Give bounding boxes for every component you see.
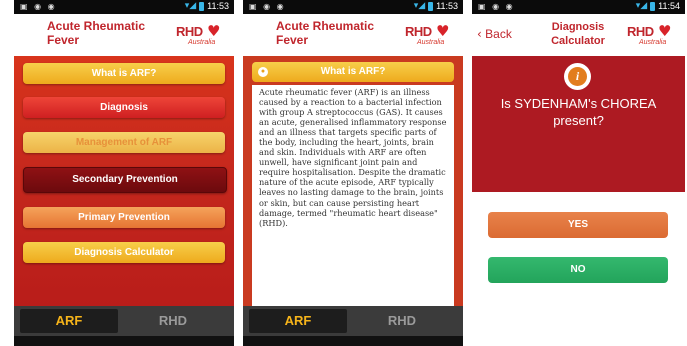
- question-area: i Is SYDENHAM's CHOREA present? YES NO: [472, 56, 685, 346]
- tab-rhd[interactable]: RHD: [124, 309, 222, 333]
- rhd-australia-logo: RHD ♥ Australia: [176, 22, 221, 46]
- chevron-left-icon: ‹: [477, 27, 482, 41]
- signal-wifi-icon: ▾◢: [413, 1, 426, 11]
- app-header: Acute Rheumatic Fever RHD ♥ Australia: [243, 14, 463, 56]
- page-title: Diagnosis Calculator: [551, 21, 605, 47]
- notification-icons: ▣ ◉ ◉: [478, 2, 515, 11]
- menu-management-button[interactable]: Management of ARF: [23, 132, 225, 153]
- yes-button[interactable]: YES: [488, 212, 668, 238]
- rhd-australia-logo: RHD ♥ Australia: [627, 22, 672, 46]
- signal-wifi-icon: ▾◢: [184, 1, 197, 11]
- status-bar: ▣ ◉ ◉ ▾◢ 11:54: [472, 0, 685, 14]
- tab-arf[interactable]: ARF: [249, 309, 347, 333]
- info-icon: i: [564, 63, 591, 90]
- notification-icons: ▣ ◉ ◉: [249, 2, 286, 11]
- screen-what-is-arf: ▣ ◉ ◉ ▾◢ 11:53 Acute Rheumatic Fever RHD…: [243, 0, 463, 346]
- screen-arf-menu: ▣ ◉ ◉ ▾◢ 11:53 Acute Rheumatic Fever RHD…: [14, 0, 234, 346]
- bottom-tab-bar: ARF RHD: [14, 306, 234, 336]
- article-text: Acute rheumatic fever (ARF) is an illnes…: [259, 87, 447, 228]
- section-title: What is ARF?: [320, 66, 386, 77]
- menu-secondary-prevention-button[interactable]: Secondary Prevention: [23, 167, 227, 193]
- question-text: Is SYDENHAM's CHOREA present?: [500, 96, 657, 128]
- system-nav-bar: [243, 336, 463, 346]
- battery-icon: [199, 1, 205, 11]
- section-header-what-is-arf[interactable]: ● What is ARF?: [252, 62, 454, 82]
- menu-primary-prevention-button[interactable]: Primary Prevention: [23, 207, 225, 228]
- tab-arf[interactable]: ARF: [20, 309, 118, 333]
- heart-icon: ♥: [658, 22, 672, 40]
- rhd-australia-logo: RHD ♥ Australia: [405, 22, 450, 46]
- heart-icon: ♥: [207, 22, 221, 40]
- battery-icon: [650, 1, 656, 11]
- back-label: Back: [485, 27, 512, 41]
- menu-diagnosis-calculator-button[interactable]: Diagnosis Calculator: [23, 242, 225, 263]
- menu-what-is-arf-button[interactable]: What is ARF?: [23, 63, 225, 84]
- status-time: 11:53: [436, 1, 458, 11]
- status-time: 11:54: [658, 1, 680, 11]
- answer-panel: YES NO: [472, 192, 685, 346]
- tab-rhd[interactable]: RHD: [353, 309, 451, 333]
- status-bar: ▣ ◉ ◉ ▾◢ 11:53: [243, 0, 463, 14]
- status-time: 11:53: [207, 1, 229, 11]
- app-header: ‹ Back Diagnosis Calculator RHD ♥ Austra…: [472, 14, 685, 56]
- status-bar: ▣ ◉ ◉ ▾◢ 11:53: [14, 0, 234, 14]
- notification-icons: ▣ ◉ ◉: [20, 2, 57, 11]
- article-panel[interactable]: Acute rheumatic fever (ARF) is an illnes…: [252, 85, 454, 306]
- signal-wifi-icon: ▾◢: [635, 1, 648, 11]
- battery-icon: [428, 1, 434, 11]
- menu-area: What is ARF? Diagnosis Management of ARF…: [14, 56, 234, 306]
- content-area: ● What is ARF? Acute rheumatic fever (AR…: [243, 56, 463, 306]
- screen-diagnosis-calculator: ▣ ◉ ◉ ▾◢ 11:54 ‹ Back Diagnosis Calculat…: [472, 0, 685, 346]
- heart-icon: ♥: [436, 22, 450, 40]
- minus-circle-icon[interactable]: ●: [258, 67, 268, 77]
- app-header: Acute Rheumatic Fever RHD ♥ Australia: [14, 14, 234, 56]
- menu-diagnosis-button[interactable]: Diagnosis: [23, 97, 225, 118]
- app-title: Acute Rheumatic Fever: [276, 19, 375, 47]
- no-button[interactable]: NO: [488, 257, 668, 283]
- system-nav-bar: [14, 336, 234, 346]
- back-button[interactable]: ‹ Back: [477, 27, 512, 41]
- app-title: Acute Rheumatic Fever: [47, 19, 146, 47]
- bottom-tab-bar: ARF RHD: [243, 306, 463, 336]
